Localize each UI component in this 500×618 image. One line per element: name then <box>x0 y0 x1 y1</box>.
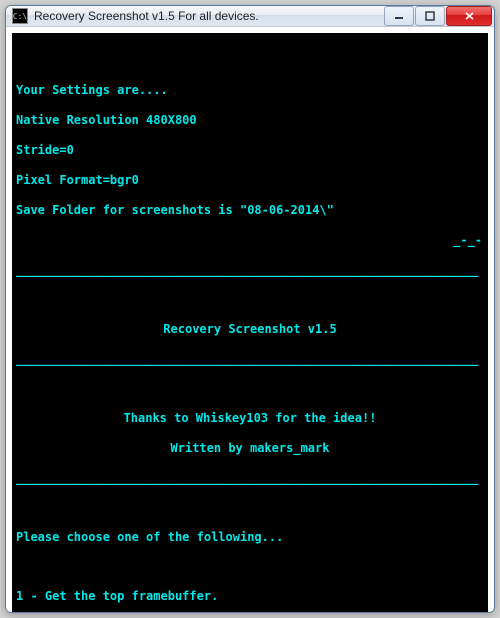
cmd-icon: C:\ <box>12 8 28 24</box>
app-window: C:\ Recovery Screenshot v1.5 For all dev… <box>5 5 495 613</box>
settings-pixel-format: Pixel Format=bgr0 <box>16 173 484 188</box>
divider-bottom: ________________________________________… <box>16 471 484 486</box>
console-output[interactable]: Your Settings are.... Native Resolution … <box>12 33 488 613</box>
banner-title: Recovery Screenshot v1.5 <box>16 322 484 337</box>
divider-mid: ________________________________________… <box>16 352 484 367</box>
close-button[interactable] <box>446 6 492 26</box>
banner-tag: _-_- <box>16 233 484 248</box>
divider-top: ________________________________________… <box>16 263 484 278</box>
settings-stride: Stride=0 <box>16 143 484 158</box>
window-controls <box>384 6 492 26</box>
settings-save-folder: Save Folder for screenshots is "08-06-20… <box>16 203 484 218</box>
banner-author: Written by makers_mark <box>16 441 484 456</box>
close-icon <box>464 11 475 21</box>
minimize-button[interactable] <box>384 6 414 26</box>
settings-header: Your Settings are.... <box>16 83 484 98</box>
maximize-icon <box>425 11 435 21</box>
minimize-icon <box>394 11 404 21</box>
settings-resolution: Native Resolution 480X800 <box>16 113 484 128</box>
menu-item-1: 1 - Get the top framebuffer. <box>16 589 484 604</box>
titlebar[interactable]: C:\ Recovery Screenshot v1.5 For all dev… <box>6 6 494 27</box>
console-frame: Your Settings are.... Native Resolution … <box>6 27 494 613</box>
menu-prompt: Please choose one of the following... <box>16 530 484 545</box>
banner-thanks: Thanks to Whiskey103 for the idea!! <box>16 411 484 426</box>
maximize-button[interactable] <box>415 6 445 26</box>
window-title: Recovery Screenshot v1.5 For all devices… <box>34 9 384 23</box>
